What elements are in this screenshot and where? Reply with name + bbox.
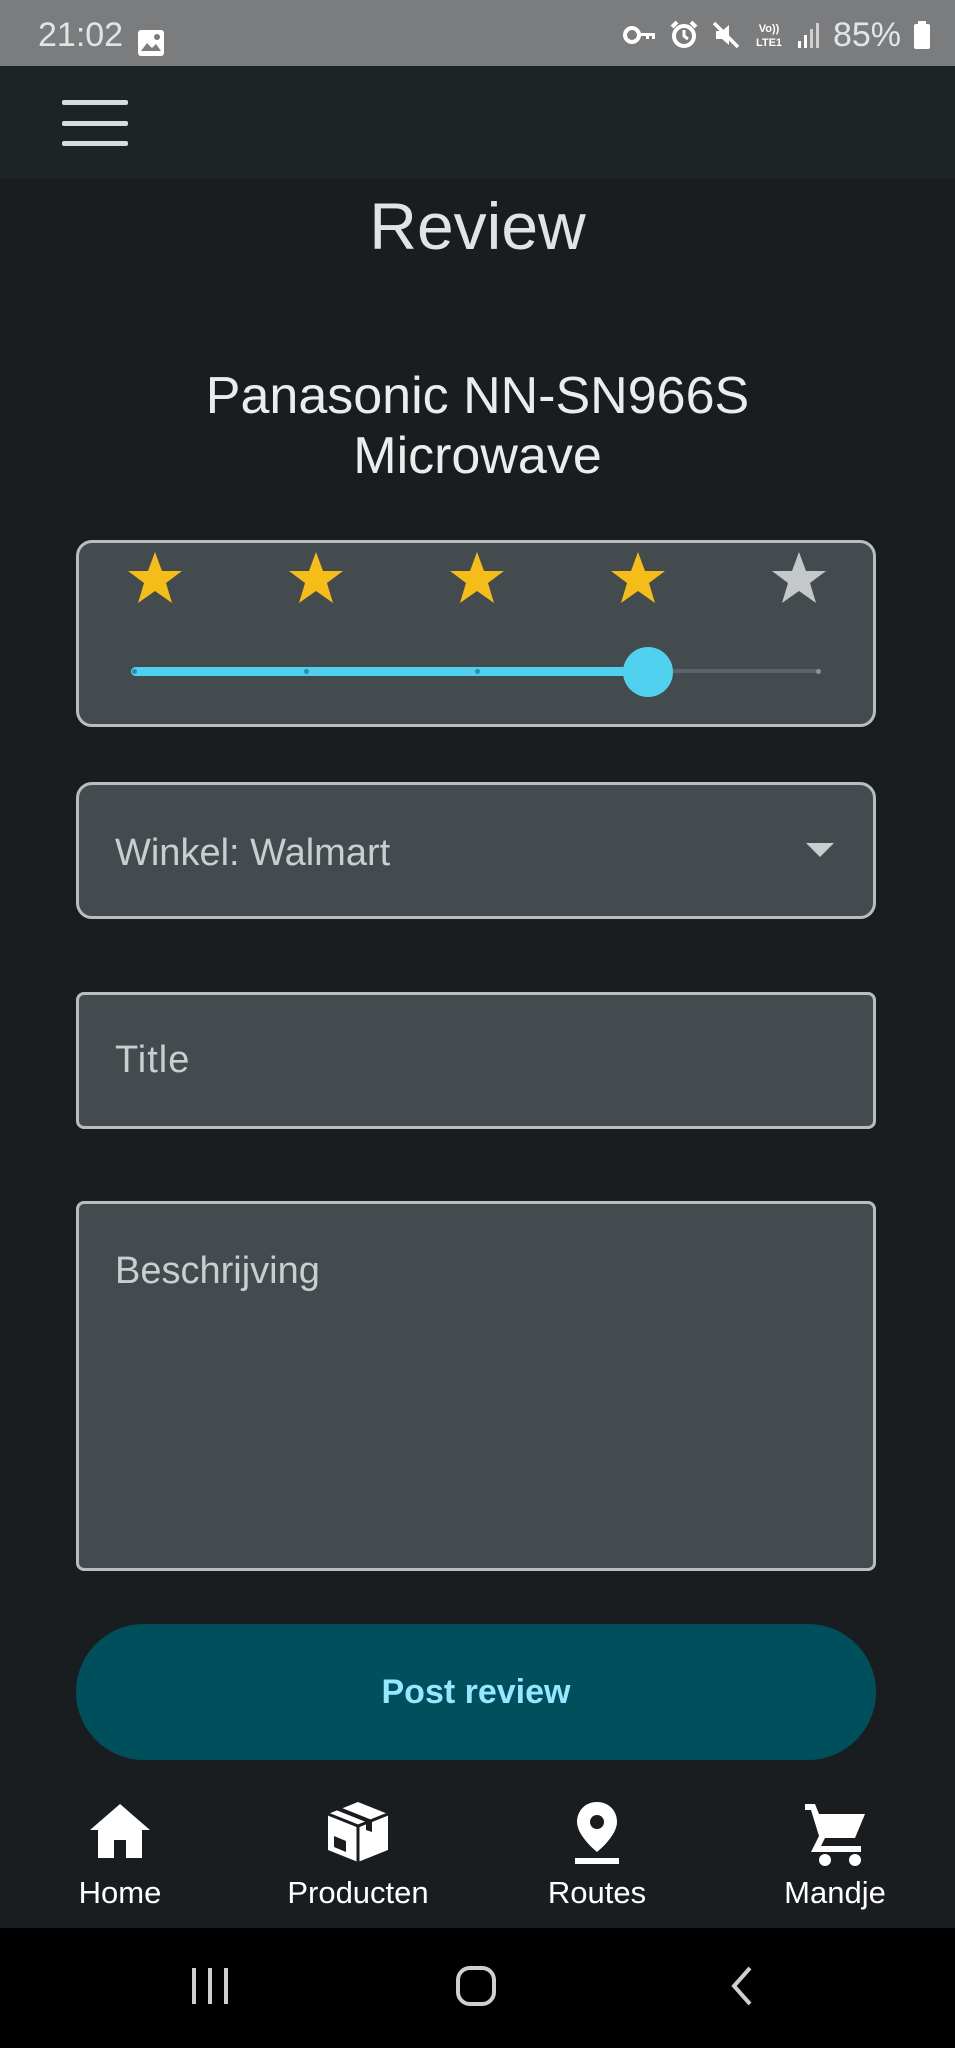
svg-text:Vo)): Vo)) bbox=[759, 23, 780, 35]
image-icon bbox=[138, 30, 164, 56]
hamburger-menu-icon[interactable] bbox=[62, 100, 128, 146]
home-icon bbox=[90, 1804, 150, 1858]
product-name: Panasonic NN-SN966S Microwave bbox=[205, 367, 750, 485]
status-icons: Vo)) LTE1 85% bbox=[622, 16, 931, 54]
back-button-icon[interactable] bbox=[726, 1964, 758, 2008]
store-dropdown-value: Winkel: Walmart bbox=[115, 832, 391, 874]
nav-label-routes: Routes bbox=[547, 1875, 647, 1910]
star-icon[interactable] bbox=[610, 550, 666, 606]
svg-text:LTE1: LTE1 bbox=[756, 37, 782, 49]
signal-icon bbox=[797, 23, 819, 48]
nav-item-routes[interactable]: Routes bbox=[478, 1796, 716, 1916]
title-input[interactable] bbox=[76, 992, 876, 1129]
app-bar bbox=[0, 66, 955, 178]
nav-label-producten: Producten bbox=[287, 1875, 429, 1910]
home-button-icon[interactable] bbox=[454, 1964, 498, 2008]
dropdown-arrow-icon[interactable] bbox=[806, 843, 834, 857]
post-review-button[interactable]: Post review bbox=[76, 1624, 876, 1760]
rating-slider-thumb[interactable] bbox=[623, 647, 673, 697]
cart-icon bbox=[805, 1804, 865, 1866]
star-icon[interactable] bbox=[771, 550, 827, 606]
status-time: 21:02 bbox=[38, 16, 124, 54]
location-pin-icon bbox=[575, 1802, 619, 1864]
nav-item-home[interactable]: Home bbox=[1, 1796, 239, 1916]
alarm-icon bbox=[670, 20, 698, 48]
package-icon bbox=[327, 1802, 389, 1862]
volte-icon: Vo)) LTE1 bbox=[756, 23, 782, 49]
slider-tick bbox=[475, 669, 480, 674]
recents-button-icon[interactable] bbox=[188, 1966, 232, 2006]
slider-tick bbox=[304, 669, 309, 674]
description-input[interactable] bbox=[76, 1201, 876, 1571]
nav-label-home: Home bbox=[78, 1875, 162, 1910]
page-title: Review bbox=[369, 189, 586, 263]
battery-icon bbox=[914, 21, 930, 49]
post-review-button-label: Post review bbox=[381, 1672, 571, 1711]
nav-label-mandje: Mandje bbox=[784, 1875, 886, 1910]
slider-tick bbox=[132, 669, 137, 674]
key-icon bbox=[622, 26, 655, 44]
slider-tick bbox=[816, 669, 821, 674]
battery-percent: 85% bbox=[832, 16, 901, 54]
mute-icon bbox=[712, 21, 740, 49]
nav-item-producten[interactable]: Producten bbox=[239, 1796, 477, 1916]
star-icon[interactable] bbox=[288, 550, 344, 606]
star-icon[interactable] bbox=[127, 550, 183, 606]
nav-item-mandje[interactable]: Mandje bbox=[716, 1796, 954, 1916]
star-icon[interactable] bbox=[449, 550, 505, 606]
rating-slider-active-track[interactable] bbox=[131, 667, 648, 676]
